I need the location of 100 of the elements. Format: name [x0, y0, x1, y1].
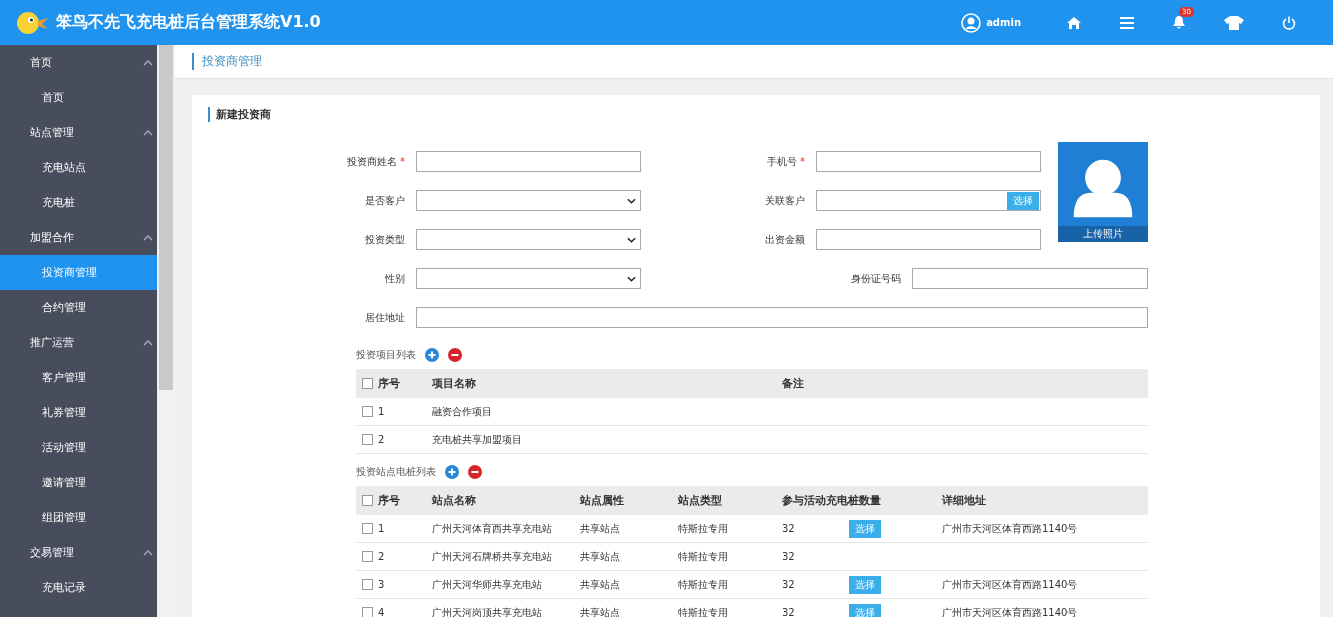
table-cell: 3 — [378, 579, 385, 590]
checkbox[interactable] — [362, 607, 373, 617]
table-cell-text: 融资合作项目 — [432, 404, 493, 419]
card-title: 新建投资商 — [208, 107, 1304, 122]
field-label: 是否客户 — [364, 193, 406, 208]
select-field[interactable] — [416, 190, 641, 211]
table-cell-text: 32 — [782, 523, 796, 534]
checkbox[interactable] — [362, 406, 373, 417]
required-mark: * — [800, 155, 805, 167]
select-field[interactable] — [416, 229, 641, 250]
sidebar-item[interactable]: 组团管理 — [0, 500, 157, 535]
table-cell: 广州市天河区体育西路1140号 — [942, 522, 1078, 534]
field-label: 身份证号码 — [850, 271, 902, 286]
sidebar-item[interactable]: 客户管理 — [0, 360, 157, 395]
scrollbar[interactable] — [157, 45, 175, 617]
table-title: 投资项目列表 — [356, 348, 416, 362]
column-header: 序号 — [378, 493, 400, 508]
checkbox[interactable] — [362, 551, 373, 562]
user-avatar-icon[interactable] — [961, 12, 982, 33]
bell-icon[interactable] — [1172, 15, 1186, 30]
table-cell-text: 充电桩共享加盟项目 — [432, 432, 523, 447]
sidebar-group[interactable]: 站点管理 — [0, 115, 157, 150]
table-cell-text: 特斯拉专用 — [678, 521, 729, 536]
checkbox[interactable] — [362, 523, 373, 534]
dropdown-caret-icon — [627, 236, 636, 243]
add-icon[interactable] — [425, 348, 439, 362]
table-cell-text: 共享站点 — [580, 605, 621, 617]
sidebar-item[interactable]: 邀请管理 — [0, 465, 157, 500]
sidebar-group[interactable]: 首页 — [0, 45, 157, 80]
table-cell-text: 特斯拉专用 — [678, 577, 729, 592]
menu-icon[interactable] — [1120, 16, 1134, 29]
input-field[interactable] — [816, 151, 1041, 172]
table-cell: 广州市天河区体育西路1140号 — [942, 606, 1078, 617]
table-cell-text: 广州天河岗顶共享充电站 — [432, 605, 543, 617]
power-icon[interactable] — [1282, 15, 1296, 30]
table-cell: 广州市天河区体育西路1140号 — [942, 578, 1078, 590]
table-cell: 2 — [378, 434, 385, 445]
select-field[interactable] — [416, 268, 641, 289]
checkbox[interactable] — [362, 378, 373, 389]
checkbox[interactable] — [362, 495, 373, 506]
remove-icon[interactable] — [448, 348, 462, 362]
app-title: 笨鸟不先飞充电桩后台管理系统V1.0 — [56, 12, 321, 33]
table-title: 投资站点电桩列表 — [356, 465, 436, 479]
table-cell-text: 32 — [782, 579, 796, 590]
checkbox[interactable] — [362, 434, 373, 445]
column-header: 站点属性 — [580, 493, 625, 508]
dropdown-caret-icon — [627, 275, 636, 282]
add-icon[interactable] — [445, 465, 459, 479]
column-header: 参与活动充电桩数量 — [782, 493, 882, 508]
column-header: 站点类型 — [678, 493, 723, 508]
breadcrumb: 投资商管理 — [192, 53, 262, 70]
field-label: 出资金额 — [764, 232, 806, 247]
table-cell-text: 特斯拉专用 — [678, 549, 729, 564]
required-mark: * — [400, 155, 405, 167]
input-field[interactable] — [416, 307, 1148, 328]
column-header: 序号 — [378, 376, 400, 391]
input-field[interactable] — [816, 229, 1041, 250]
upload-photo-label: 上传照片 — [1058, 226, 1148, 242]
table-cell-text: 共享站点 — [580, 577, 621, 592]
sidebar-item[interactable]: 充电记录 — [0, 570, 157, 605]
sidebar-group[interactable]: 加盟合作 — [0, 220, 157, 255]
table-cell-text: 广州天河华师共享充电站 — [432, 577, 543, 592]
dropdown-caret-icon — [627, 197, 636, 204]
input-field[interactable] — [912, 268, 1148, 289]
input-field[interactable] — [416, 151, 641, 172]
field-label: 性别 — [384, 271, 406, 286]
sidebar-item[interactable]: 首页 — [0, 80, 157, 115]
sidebar-item[interactable]: 礼券管理 — [0, 395, 157, 430]
table-cell-text: 特斯拉专用 — [678, 605, 729, 617]
sidebar-item[interactable]: 充电桩 — [0, 185, 157, 220]
table-cell-text: 32 — [782, 607, 796, 617]
column-header: 项目名称 — [432, 376, 477, 391]
sidebar-group[interactable]: 交易管理 — [0, 535, 157, 570]
table-cell-text: 广州天河石牌桥共享充电站 — [432, 549, 553, 564]
sidebar-item[interactable]: 充电站点 — [0, 150, 157, 185]
field-label: 投资类型 — [364, 232, 406, 247]
remove-icon[interactable] — [468, 465, 482, 479]
field-label: 居住地址 — [364, 310, 406, 325]
table-cell-text: 共享站点 — [580, 549, 621, 564]
table-cell: 2 — [378, 551, 385, 562]
sidebar-group[interactable]: 推广运营 — [0, 325, 157, 360]
sidebar-item[interactable]: 活动管理 — [0, 430, 157, 465]
tshirt-icon[interactable] — [1224, 15, 1244, 30]
photo-upload[interactable]: 上传照片 — [1058, 142, 1148, 242]
column-header: 备注 — [782, 376, 805, 391]
column-header: 站点名称 — [432, 493, 477, 508]
column-header: 详细地址 — [942, 493, 987, 508]
table-cell-text: 共享站点 — [580, 521, 621, 536]
sidebar-item[interactable]: 合约管理 — [0, 290, 157, 325]
table-cell-text: 广州天河体育西共享充电站 — [432, 521, 553, 536]
bird-logo-icon — [16, 10, 50, 35]
checkbox[interactable] — [362, 579, 373, 590]
table-cell-text: 32 — [782, 551, 796, 562]
home-icon[interactable] — [1066, 15, 1082, 30]
table-cell: 1 — [378, 523, 385, 534]
table-cell: 1 — [378, 406, 385, 417]
field-label: 关联客户 — [764, 193, 806, 208]
table-cell: 4 — [378, 607, 385, 617]
field-label: 手机号 * — [766, 154, 806, 169]
field-label: 投资商姓名 * — [346, 154, 406, 169]
